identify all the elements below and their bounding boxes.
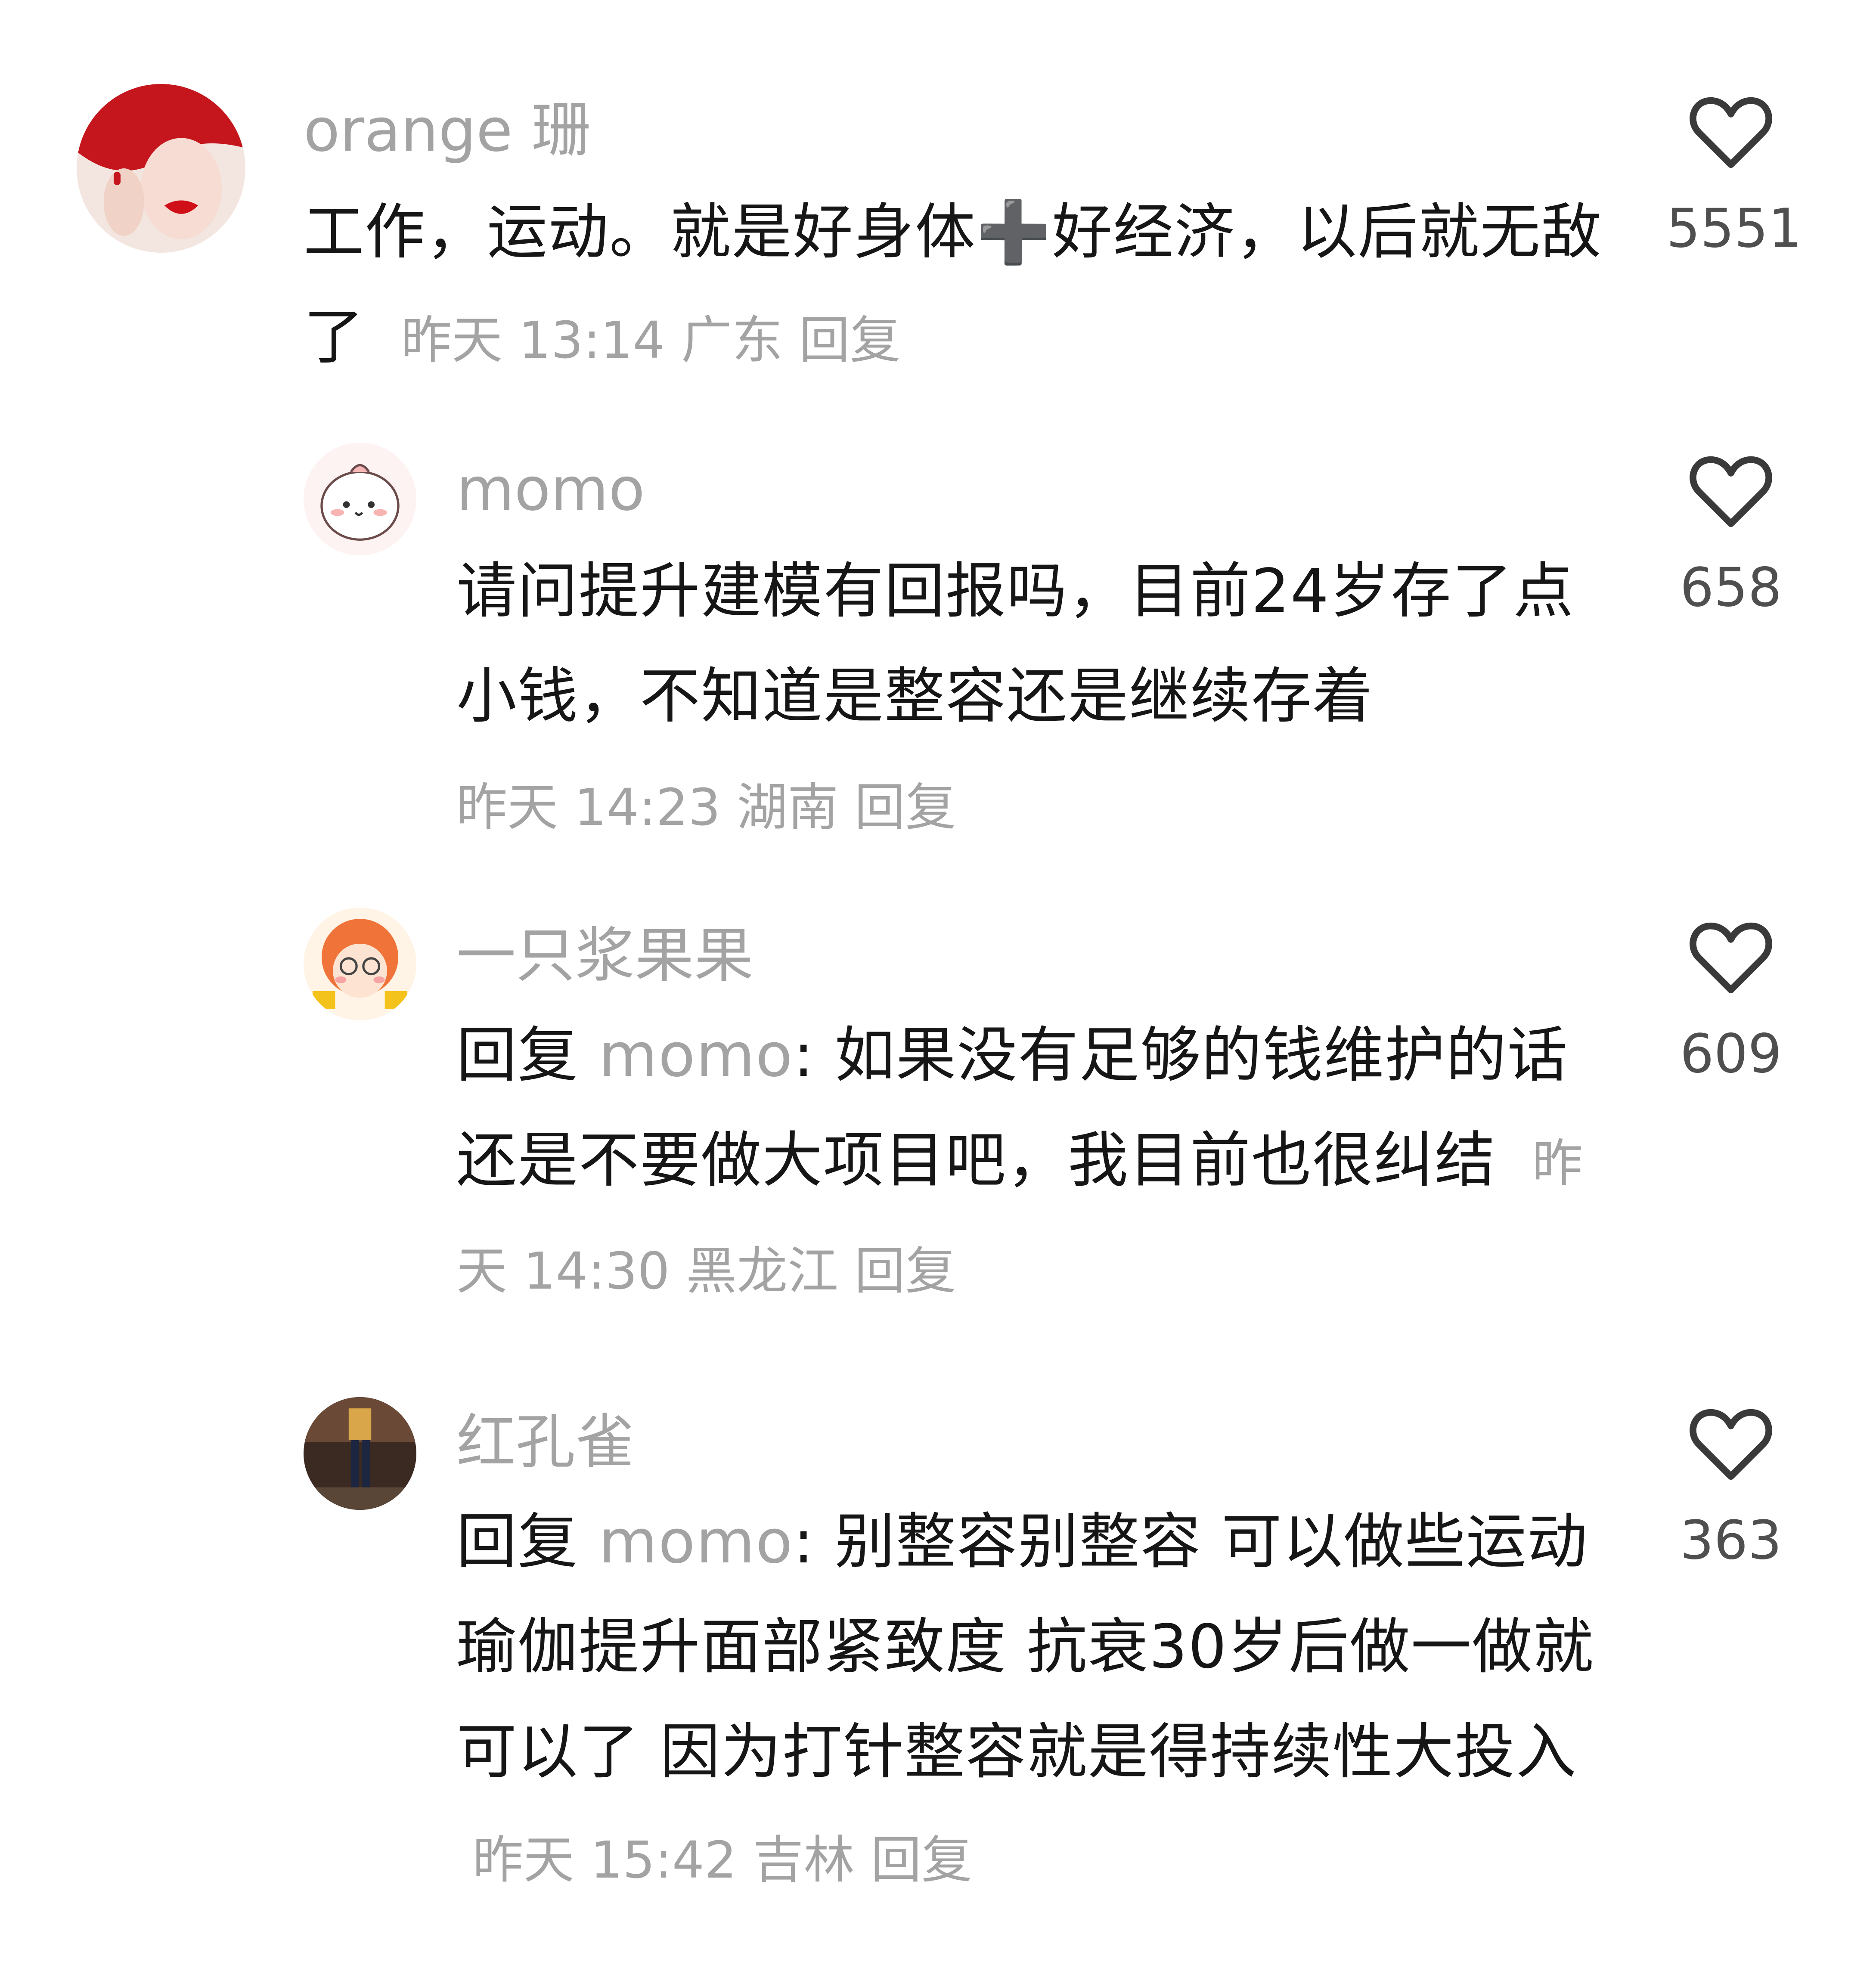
heart-outline-icon xyxy=(1690,1409,1772,1480)
like-button[interactable]: 609 xyxy=(1666,919,1795,1091)
heart-outline-icon xyxy=(1690,97,1772,168)
username[interactable]: 一只浆果果 xyxy=(456,919,754,992)
comment-meta: 昨天 13:14 广东 回复 xyxy=(385,310,901,370)
comment-text: 回复 momo: 如果没有足够的钱维护的话还是不要做大项目吧，我目前也很纠结 昨… xyxy=(456,1020,1583,1301)
reply-button[interactable]: 回复 xyxy=(799,310,901,370)
reply-button[interactable]: 回复 xyxy=(855,778,956,837)
avatar-image xyxy=(304,443,416,555)
like-button[interactable]: 363 xyxy=(1666,1406,1795,1577)
heart-outline-icon xyxy=(1690,456,1772,527)
comment-content: 请问提升建模有回报吗，目前24岁存了点小钱，不知道是整容还是继续存着 xyxy=(456,556,1575,731)
reply-prefix: 回复 xyxy=(456,1507,579,1577)
comment-text: 工作，运动。就是好身体➕好经济，以后就无敌了 昨天 13:14 广东 回复 xyxy=(304,180,1604,393)
reply-target[interactable]: momo xyxy=(599,1020,794,1091)
comment-location: 广东 xyxy=(681,310,783,370)
reply-prefix: 回复 xyxy=(456,1020,579,1091)
like-count: 5551 xyxy=(1666,198,1802,260)
comment-location: 湖南 xyxy=(737,778,839,837)
heart-outline-icon xyxy=(1690,922,1772,994)
comment-meta: 昨天 15:42 吉林 回复 xyxy=(456,1830,973,1890)
avatar[interactable] xyxy=(304,443,416,555)
reply-button[interactable]: 回复 xyxy=(855,1241,956,1301)
reply-button[interactable]: 回复 xyxy=(871,1830,972,1890)
comment-meta: 昨天 14:23 湖南 回复 xyxy=(456,771,956,844)
avatar-image xyxy=(77,84,245,253)
username[interactable]: orange 珊 xyxy=(304,94,591,167)
comment-location: 黑龙江 xyxy=(686,1241,839,1301)
username[interactable]: momo xyxy=(456,453,645,526)
like-button[interactable]: 5551 xyxy=(1666,94,1802,265)
avatar[interactable] xyxy=(77,84,245,253)
comment-time: 昨天 15:42 xyxy=(472,1830,737,1890)
reply-target[interactable]: momo xyxy=(599,1507,794,1577)
like-count: 609 xyxy=(1680,1023,1782,1085)
avatar-image xyxy=(304,908,416,1020)
like-count: 363 xyxy=(1680,1509,1782,1571)
comment-location: 吉林 xyxy=(753,1830,855,1890)
like-button[interactable]: 658 xyxy=(1666,453,1795,624)
avatar[interactable] xyxy=(304,1397,416,1510)
comment-text: 回复 momo: 别整容别整容 可以做些运动瑜伽提升面部紧致度 抗衰30岁后做一… xyxy=(456,1507,1594,1890)
comment-time: 昨天 14:23 xyxy=(456,778,721,837)
avatar[interactable] xyxy=(304,908,416,1020)
comment-time: 昨天 13:14 xyxy=(401,310,665,370)
username[interactable]: 红孔雀 xyxy=(456,1406,635,1479)
like-count: 658 xyxy=(1680,557,1782,619)
comment-text: 请问提升建模有回报吗，目前24岁存了点小钱，不知道是整容还是继续存着 xyxy=(456,539,1615,749)
avatar-image xyxy=(304,1397,416,1510)
